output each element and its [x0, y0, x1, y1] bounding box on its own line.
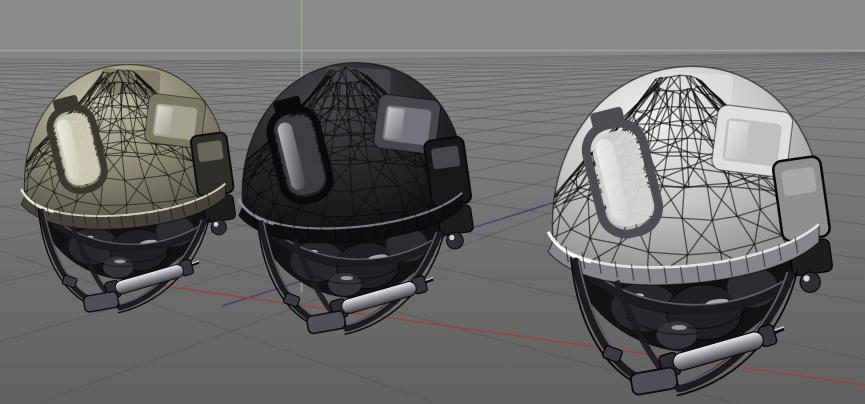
back-knob: [446, 231, 464, 250]
chin-cup: [82, 290, 120, 313]
strap-buckle: [602, 345, 623, 363]
back-knob: [210, 219, 227, 236]
viewport-3d[interactable]: [0, 0, 865, 404]
back-knob: [799, 271, 821, 293]
strap-buckle: [283, 292, 301, 308]
chin-cup: [306, 310, 347, 335]
chin-cup: [629, 366, 679, 396]
scene-canvas: [0, 0, 865, 404]
